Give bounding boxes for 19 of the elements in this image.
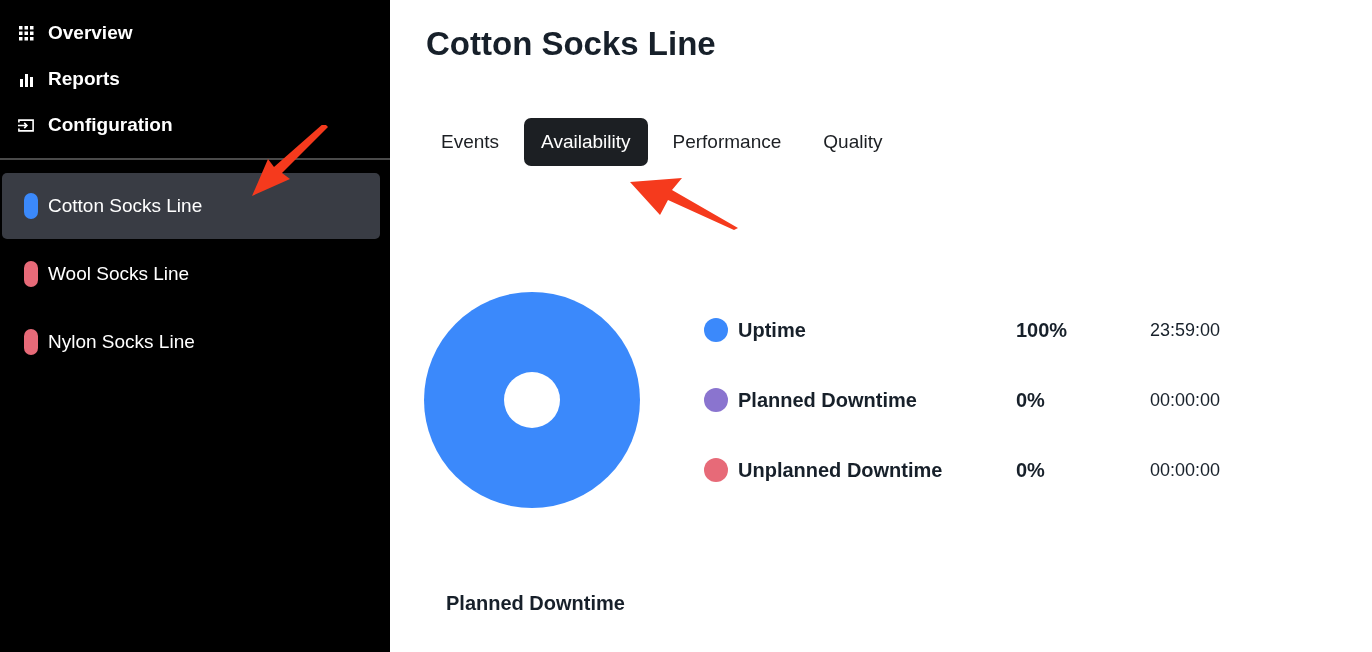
percent-value: 0%	[1016, 388, 1046, 413]
percent-value: 0%	[1016, 458, 1046, 483]
nav-link[interactable]: Reports	[18, 66, 120, 92]
nav-link[interactable]: Configuration	[18, 112, 173, 138]
duration-value: 00:00:00	[1150, 388, 1221, 412]
bar-chart-icon	[18, 71, 34, 87]
duration-value: 23:59:00	[1150, 318, 1221, 342]
page-title: Cotton Socks Line	[426, 24, 716, 64]
tab[interactable]: Availability	[524, 118, 648, 166]
section-heading: Planned Downtime	[446, 591, 625, 616]
legend-label: Unplanned Downtime	[738, 458, 944, 483]
nav-link[interactable]: Overview	[18, 20, 133, 46]
grid-icon	[18, 25, 34, 41]
legend-label: Planned Downtime	[738, 388, 918, 413]
percent-value: 100%	[1016, 318, 1069, 343]
duration-value: 00:00:00	[1150, 458, 1221, 482]
sidebar-item[interactable]: Cotton Socks Line	[2, 173, 380, 239]
legend-label: Uptime	[738, 318, 807, 343]
sign-in-icon	[18, 117, 34, 133]
